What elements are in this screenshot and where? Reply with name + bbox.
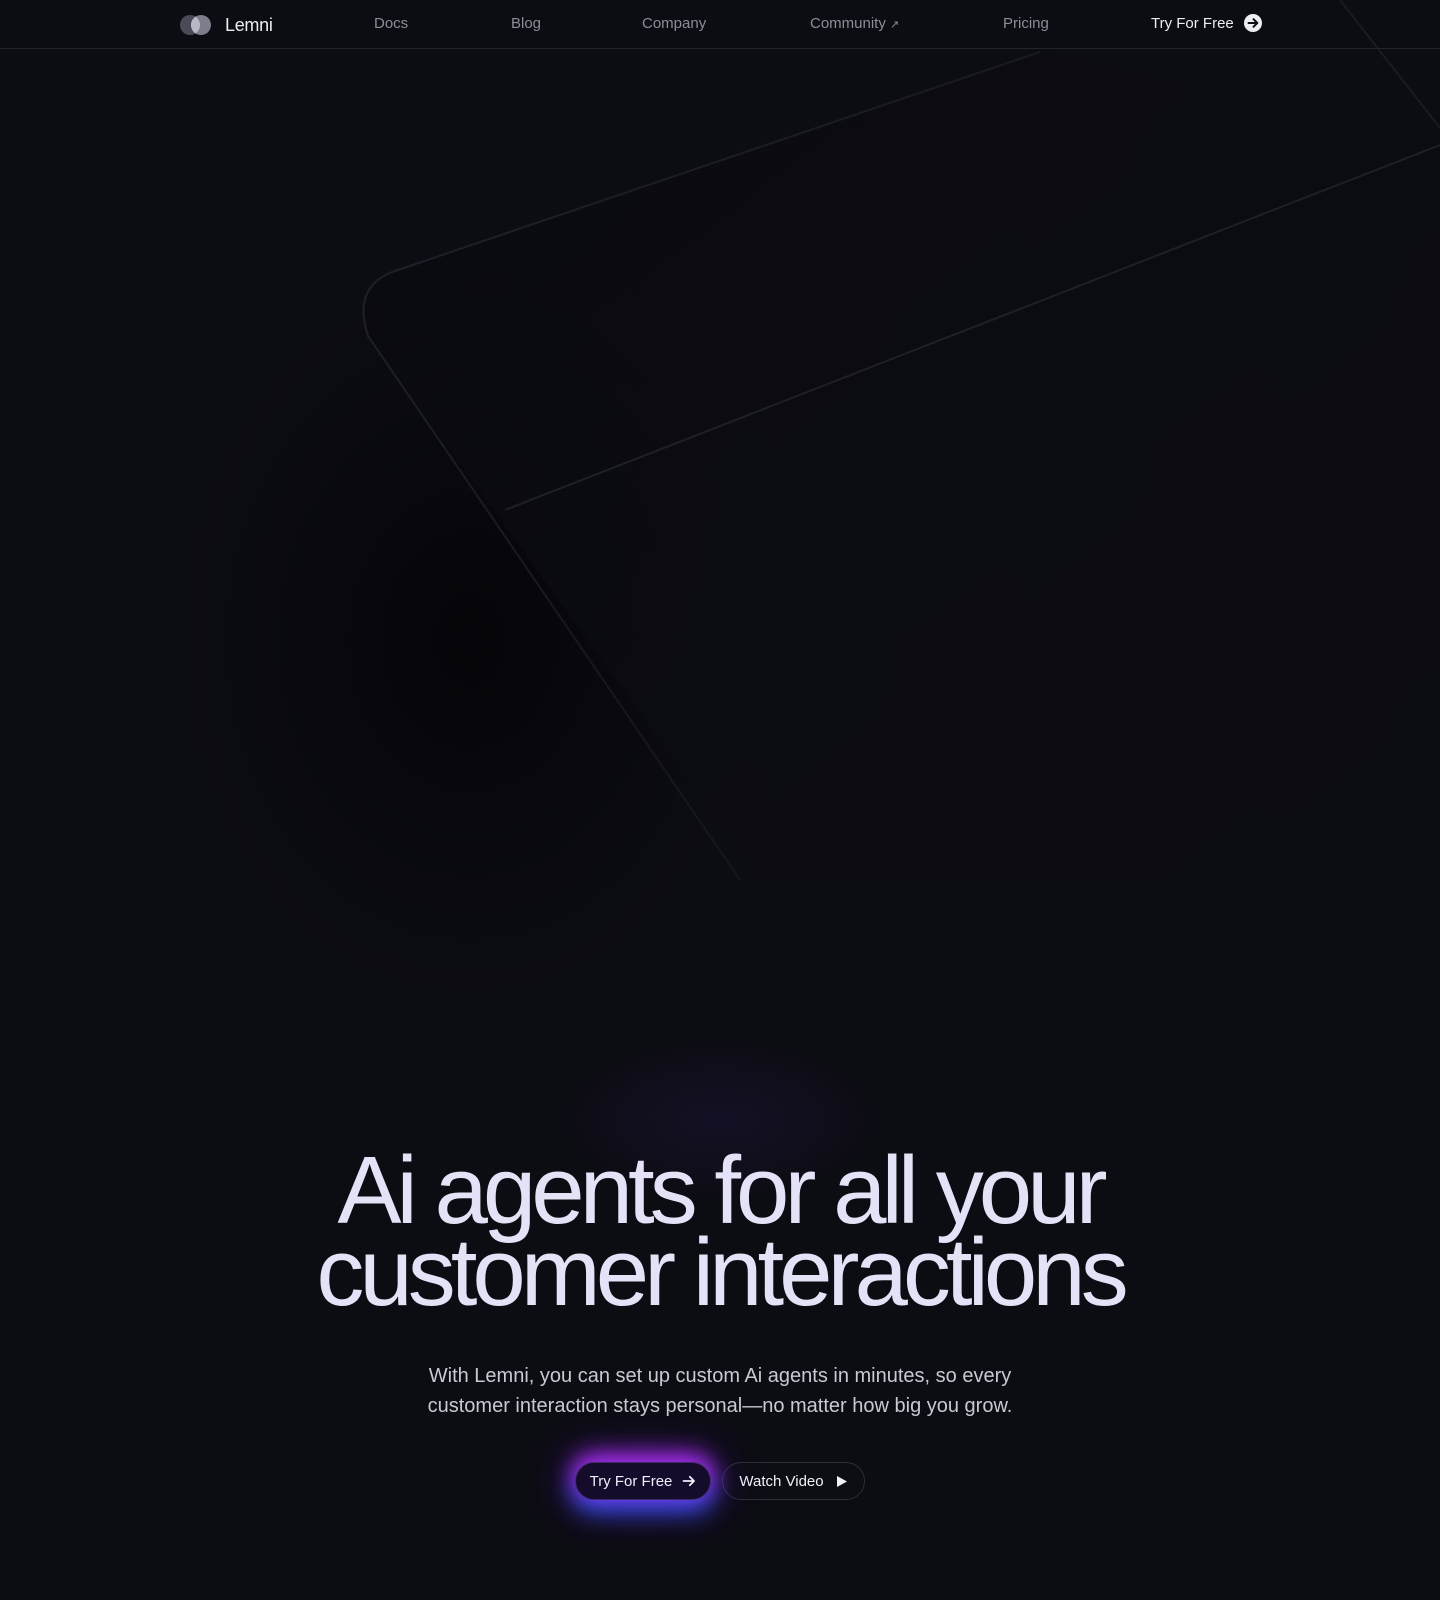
nav-link-docs[interactable]: Docs xyxy=(374,15,408,32)
brand-home-link[interactable]: Lemni xyxy=(179,12,273,38)
nav-link-community[interactable]: Community ↗ xyxy=(810,15,899,32)
hero-title: Ai agents for all your customer interact… xyxy=(0,1143,1440,1326)
nav-link-pricing[interactable]: Pricing xyxy=(1003,15,1049,32)
hero-cta-row: Try For Free Watch Video xyxy=(575,1462,865,1500)
overlapping-circles-logo-icon xyxy=(180,15,211,35)
circle-arrow-right-icon xyxy=(1243,14,1262,32)
arrow-right-icon xyxy=(682,1475,696,1487)
nav-cta-label: Try For Free xyxy=(1151,14,1234,32)
nav-link-community-label: Community xyxy=(810,15,886,32)
watch-video-button[interactable]: Watch Video xyxy=(722,1462,865,1500)
background-panel-shape xyxy=(362,0,1440,881)
nav-link-company[interactable]: Company xyxy=(642,15,706,32)
hero-subtitle-line-2: customer interaction stays personal—no m… xyxy=(427,1395,1013,1417)
nav-link-blog[interactable]: Blog xyxy=(511,15,541,32)
page: Lemni Docs Blog Company Community ↗ Prici… xyxy=(0,0,1440,1600)
watch-video-label: Watch Video xyxy=(739,1472,824,1490)
try-for-free-label: Try For Free xyxy=(589,1472,673,1490)
brand-name: Lemni xyxy=(225,14,273,35)
hero-subtitle: With Lemni, you can set up custom Ai age… xyxy=(0,1361,1440,1421)
hero-title-line-2: customer interactions xyxy=(316,1219,1128,1326)
nav-try-for-free-button[interactable]: Try For Free xyxy=(1151,13,1263,33)
play-icon xyxy=(836,1475,847,1487)
external-link-icon: ↗ xyxy=(889,19,900,31)
top-navbar: Lemni Docs Blog Company Community ↗ Prici… xyxy=(0,0,1440,49)
try-for-free-button[interactable]: Try For Free xyxy=(575,1462,711,1500)
hero-subtitle-line-1: With Lemni, you can set up custom Ai age… xyxy=(428,1365,1012,1387)
